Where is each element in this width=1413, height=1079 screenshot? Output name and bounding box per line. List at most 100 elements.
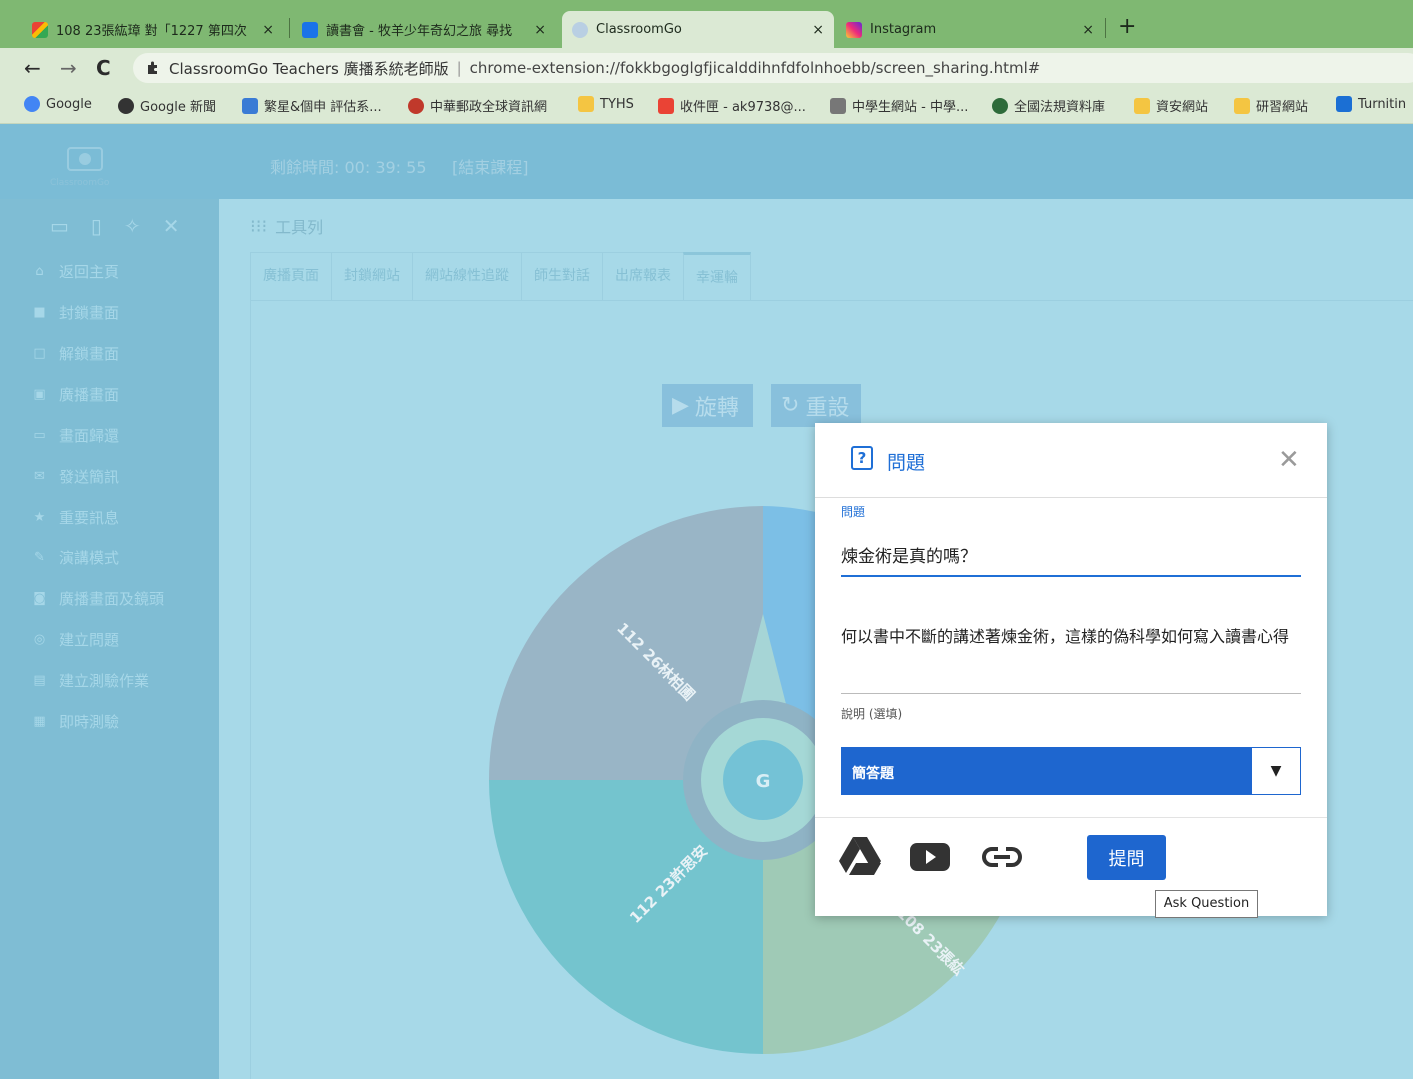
logo-g-icon: G xyxy=(756,771,771,792)
bookmark-security[interactable]: 資安網站 xyxy=(1134,96,1208,115)
sidebar-item-message[interactable]: ✉ 發送簡訊 xyxy=(32,466,119,487)
drive-icon[interactable] xyxy=(837,833,883,879)
link-icon[interactable] xyxy=(980,833,1024,879)
bookmarks-bar: Google Google 新聞 繁星&個申 評估系... 中華郵政全球資訊網 … xyxy=(0,88,1413,124)
spin-label: 旋轉 xyxy=(694,395,739,421)
pin-icon[interactable]: ✧ xyxy=(124,214,141,238)
bookmark-student-site[interactable]: 中學生網站 - 中學... xyxy=(830,96,968,115)
tab-attendance[interactable]: 出席報表 xyxy=(602,252,684,300)
bookmark-label: 繁星&個申 評估系... xyxy=(264,100,382,115)
broadcast-icon: ▣ xyxy=(33,387,46,402)
sidebar-item-lock[interactable]: ■ 封鎖畫面 xyxy=(32,302,119,323)
folder-icon xyxy=(1134,97,1150,114)
tab-divider xyxy=(1105,18,1106,38)
globe-icon xyxy=(118,97,134,114)
quiz-icon: ▤ xyxy=(33,673,46,688)
sidebar-item-broadcast-camera[interactable]: ◙ 廣播畫面及鏡頭 xyxy=(32,588,164,609)
remaining-time: 剩餘時間: 00: 39: 55 xyxy=(270,158,427,177)
sidebar-item-label: 演講模式 xyxy=(59,549,120,567)
folder-icon xyxy=(578,96,594,112)
sidebar-item-important[interactable]: ★ 重要訊息 xyxy=(32,507,119,528)
sidebar-item-unlock[interactable]: □ 解鎖畫面 xyxy=(32,343,119,364)
sidebar-item-label: 重要訊息 xyxy=(59,509,120,527)
question-dialog: ? 問題 ✕ 問題 何以書中不斷的講述著煉金術，這樣的偽科學如何寫入讀書心得 說… xyxy=(815,423,1327,916)
bookmark-label: 中華郵政全球資訊網 xyxy=(430,100,548,115)
post-icon xyxy=(408,97,424,114)
browser-tab-instagram[interactable]: Instagram × xyxy=(836,11,1104,48)
sidebar-item-live-quiz[interactable]: ▦ 即時測驗 xyxy=(32,711,119,732)
bookmark-google[interactable]: Google xyxy=(24,96,92,112)
description-label: 說明 (選填) xyxy=(841,707,903,721)
sidebar-item-label: 畫面歸還 xyxy=(59,427,120,445)
dialog-title: 問題 xyxy=(887,452,926,474)
app-tabs: 廣播頁面 封鎖網站 網站線性追蹤 師生對話 出席報表 幸運輪 xyxy=(250,252,751,300)
sidebar-item-home[interactable]: ⌂ 返回主頁 xyxy=(32,261,119,282)
bookmark-label: 全國法規資料庫 xyxy=(1014,100,1106,115)
ask-question-button[interactable]: 提問 xyxy=(1087,835,1166,880)
bookmark-tyhs[interactable]: TYHS xyxy=(578,96,634,112)
close-tab-icon[interactable]: × xyxy=(534,22,546,38)
tab-block-sites[interactable]: 封鎖網站 xyxy=(331,252,413,300)
close-icon[interactable]: ✕ xyxy=(163,214,180,238)
dropdown-arrow-icon[interactable]: ▼ xyxy=(1252,748,1300,794)
bookmark-inbox[interactable]: 收件匣 - ak9738@... xyxy=(658,96,806,115)
question-type-select[interactable]: 簡答題 ▼ xyxy=(841,747,1301,795)
close-icon[interactable]: ✕ xyxy=(1278,445,1300,475)
forward-icon[interactable]: → xyxy=(60,56,77,80)
bookmark-google-news[interactable]: Google 新聞 xyxy=(118,96,216,115)
end-class-link[interactable]: [結束課程] xyxy=(452,154,529,178)
dialog-footer-divider xyxy=(815,817,1327,818)
sidebar-item-label: 發送簡訊 xyxy=(59,468,120,486)
tab-teacher-chat[interactable]: 師生對話 xyxy=(521,252,603,300)
camera-icon: ◙ xyxy=(33,591,46,606)
reload-icon[interactable]: C xyxy=(96,56,111,80)
sidebar-item-create-question[interactable]: ◎ 建立問題 xyxy=(32,629,119,650)
reset-icon: ↻ xyxy=(781,393,800,418)
tab-title: 讀書會 - 牧羊少年奇幻之旅 尋找 xyxy=(326,24,513,39)
spin-button[interactable]: ▶ 旋轉 xyxy=(662,384,753,427)
tab-site-tracking[interactable]: 網站線性追蹤 xyxy=(412,252,522,300)
back-icon[interactable]: ← xyxy=(24,56,41,80)
sidebar-item-broadcast[interactable]: ▣ 廣播畫面 xyxy=(32,384,119,405)
toolbar-label: 工具列 xyxy=(275,218,324,237)
bookmark-label: TYHS xyxy=(600,96,634,112)
sidebar-item-lecture[interactable]: ✎ 演講模式 xyxy=(32,547,119,568)
bookmark-law[interactable]: 全國法規資料庫 xyxy=(992,96,1105,115)
sidebar-item-label: 廣播畫面 xyxy=(59,386,120,404)
reset-label: 重設 xyxy=(805,395,850,421)
reset-button[interactable]: ↻ 重設 xyxy=(771,384,861,427)
bookmark-turnitin[interactable]: Turnitin xyxy=(1336,96,1406,112)
sidebar-item-screen-return[interactable]: ▭ 畫面歸還 xyxy=(32,425,119,446)
close-tab-icon[interactable]: × xyxy=(262,22,274,38)
bookmark-site-icon xyxy=(242,97,258,114)
turnitin-icon xyxy=(1336,96,1352,112)
close-tab-icon[interactable]: × xyxy=(812,22,824,38)
sidebar-item-label: 建立問題 xyxy=(59,631,120,649)
close-tab-icon[interactable]: × xyxy=(1082,22,1094,38)
question-input[interactable] xyxy=(841,533,1301,577)
youtube-icon[interactable] xyxy=(908,833,952,879)
url-text: chrome-extension://fokkbgoglgfjicalddihn… xyxy=(469,59,1041,77)
bookmark-star-eval[interactable]: 繁星&個申 評估系... xyxy=(242,96,382,115)
desktop-icon[interactable]: ▭ xyxy=(50,214,69,238)
question-icon: ◎ xyxy=(33,632,46,647)
app-header: ClassroomGo 剩餘時間: 00: 39: 55 [結束課程] xyxy=(0,124,1413,199)
tab-title: 108 23張紘璋 對「1227 第四次 xyxy=(56,24,247,39)
bookmark-post[interactable]: 中華郵政全球資訊網 xyxy=(408,96,547,115)
dialog-header: ? 問題 ✕ xyxy=(815,423,1327,498)
question-icon: ? xyxy=(851,446,873,470)
tab-lucky-wheel[interactable]: 幸運輪 xyxy=(683,252,751,300)
play-icon: ▶ xyxy=(672,393,689,418)
browser-tab-bar: 108 23張紘璋 對「1227 第四次 × 讀書會 - 牧羊少年奇幻之旅 尋找… xyxy=(0,0,1413,48)
question-type-value: 簡答題 xyxy=(852,766,894,782)
browser-tab-classroom[interactable]: 讀書會 - 牧羊少年奇幻之旅 尋找 × xyxy=(292,11,556,48)
browser-tab-gmail[interactable]: 108 23張紘璋 對「1227 第四次 × xyxy=(22,11,284,48)
mobile-icon[interactable]: ▯ xyxy=(91,214,102,238)
browser-tab-classroomgo[interactable]: ClassroomGo × xyxy=(562,11,834,48)
address-bar[interactable]: ClassroomGo Teachers 廣播系統老師版 | chrome-ex… xyxy=(133,53,1413,83)
tab-broadcast-page[interactable]: 廣播頁面 xyxy=(250,252,332,300)
new-tab-button[interactable]: + xyxy=(1118,14,1136,39)
description-text[interactable]: 何以書中不斷的講述著煉金術，這樣的偽科學如何寫入讀書心得 xyxy=(841,625,1301,649)
sidebar-item-create-quiz[interactable]: ▤ 建立測驗作業 xyxy=(32,670,149,691)
bookmark-study[interactable]: 研習網站 xyxy=(1234,96,1308,115)
